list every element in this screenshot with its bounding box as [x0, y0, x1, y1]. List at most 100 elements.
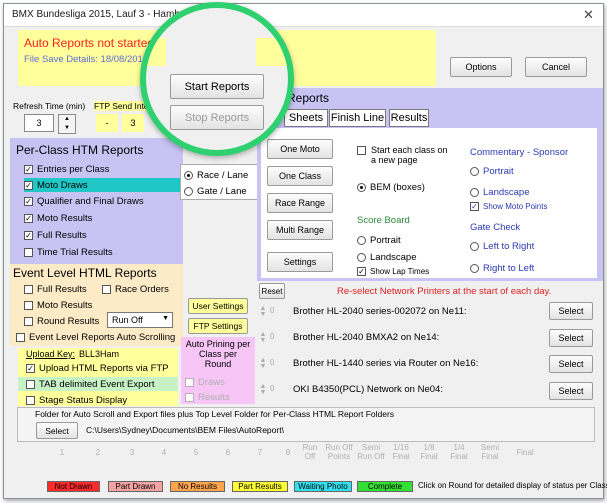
entries-per-class-checkbox[interactable]: ✓ Entries per Class — [24, 164, 109, 175]
start-reports-button[interactable]: Start Reports — [170, 74, 264, 99]
tab-results[interactable]: Results — [389, 109, 429, 127]
full-results-checkbox[interactable]: ✓ Full Results — [24, 230, 87, 241]
show-moto-points-checkbox[interactable]: ✓ Show Moto Points — [470, 202, 547, 212]
checkbox-box: ✓ — [24, 230, 33, 240]
show-lap-times-checkbox[interactable]: ✓ Show Lap Times — [357, 267, 429, 277]
radio-dot — [184, 170, 193, 180]
score-board-title: Score Board — [357, 215, 410, 226]
moto-draws-checkbox[interactable]: ✓ Moto Draws — [24, 180, 88, 191]
radio-dot — [357, 182, 366, 192]
round-2[interactable]: 2 — [88, 448, 108, 457]
printer-stepper[interactable]: ▲ ▼ — [259, 305, 267, 318]
printer-select-button[interactable]: Select — [549, 355, 593, 373]
moto-results-checkbox[interactable]: ✓ Moto Results — [24, 213, 92, 224]
printer-index: 0 — [270, 332, 275, 341]
event-moto-results-checkbox[interactable]: Moto Results — [24, 300, 92, 311]
round-3[interactable]: 3 — [122, 448, 142, 457]
auto-print-results-checkbox[interactable]: Results — [185, 392, 230, 403]
multi-range-button[interactable]: Multi Range — [267, 220, 333, 240]
printer-index: 0 — [270, 306, 275, 315]
checkbox-box: ✓ — [470, 202, 479, 212]
tab-delimited-checkbox[interactable]: TAB delimited Event Export — [26, 379, 154, 390]
radio-dot — [184, 186, 193, 196]
refresh-time-field[interactable]: 3 — [24, 114, 54, 132]
round-1-8-final[interactable]: 1/8 Final — [418, 443, 440, 461]
round-6[interactable]: 6 — [218, 448, 238, 457]
race-lane-radio[interactable]: Race / Lane — [184, 170, 248, 181]
options-button[interactable]: Options — [450, 57, 512, 77]
round-results-checkbox[interactable]: Round Results — [24, 316, 99, 327]
round-select[interactable]: Run Off ▼ — [107, 312, 173, 328]
printer-name: Brother HL-1440 series via Router on Ne1… — [293, 358, 479, 369]
auto-print-draws-checkbox[interactable]: Draws — [185, 377, 225, 388]
round-1-16-final[interactable]: 1/16 Final — [390, 443, 412, 461]
round-run-off-points[interactable]: Run Off Points — [324, 443, 354, 461]
commentary-portrait-radio[interactable]: Portrait — [470, 166, 514, 177]
round-semi-run-off[interactable]: Semi Run Off — [356, 443, 386, 461]
focus-highlight-circle: Start Reports Stop Reports — [140, 2, 294, 156]
ftp-send-field-1[interactable]: - — [96, 114, 118, 132]
commentary-title: Commentary - Sponsor — [470, 147, 569, 158]
reset-button[interactable]: Reset — [259, 283, 285, 299]
one-class-button[interactable]: One Class — [267, 166, 333, 186]
app-window: BMX Bundesliga 2015, Lauf 3 - Hamburg ✕ … — [3, 3, 607, 499]
bem-boxes-radio[interactable]: BEM (boxes) — [357, 182, 425, 193]
printer-row: ▲ ▼ 0 Brother HL-2040 series-002072 on Ne… — [256, 300, 601, 324]
round-run-off[interactable]: Run Off — [300, 443, 320, 461]
checkbox-box — [185, 392, 194, 402]
commentary-landscape-radio[interactable]: Landscape — [470, 187, 529, 198]
legend-waiting-photo: Waiting Photo — [294, 481, 352, 492]
tab-finish-line[interactable]: Finish Line — [329, 109, 386, 127]
gate-lane-radio[interactable]: Gate / Lane — [184, 186, 247, 197]
stop-reports-button[interactable]: Stop Reports — [170, 105, 264, 130]
folder-select-button[interactable]: Select — [36, 422, 78, 439]
race-range-button[interactable]: Race Range — [267, 193, 333, 213]
ftp-settings-button[interactable]: FTP Settings — [188, 318, 248, 334]
upload-ftp-checkbox[interactable]: ✓ Upload HTML Reports via FTP — [26, 363, 169, 374]
entries-per-class-label: Entries per Class — [37, 164, 110, 175]
round-4[interactable]: 4 — [154, 448, 174, 457]
score-board-portrait-radio[interactable]: Portrait — [357, 235, 401, 246]
legend-part-drawn: Part Drawn — [108, 481, 163, 492]
legend-not-drawn: Not Drawn — [47, 481, 100, 492]
round-semi-final[interactable]: Semi Final — [478, 443, 502, 461]
round-1[interactable]: 1 — [52, 448, 72, 457]
left-to-right-radio[interactable]: Left to Right — [470, 241, 534, 252]
printer-select-button[interactable]: Select — [549, 382, 593, 400]
printer-select-button[interactable]: Select — [549, 329, 593, 347]
full-results-label: Full Results — [37, 230, 87, 241]
refresh-time-stepper[interactable]: ▲ ▼ — [58, 114, 76, 134]
per-class-title: Per-Class HTM Reports — [16, 143, 144, 157]
checkbox-box: ✓ — [26, 363, 35, 373]
round-7[interactable]: 7 — [250, 448, 270, 457]
round-8[interactable]: 8 — [278, 448, 298, 457]
race-orders-checkbox[interactable]: Race Orders — [102, 284, 169, 295]
auto-scrolling-checkbox[interactable]: Event Level Reports Auto Scrolling — [16, 332, 175, 343]
one-moto-button[interactable]: One Moto — [267, 139, 333, 159]
printer-stepper[interactable]: ▲ ▼ — [259, 383, 267, 396]
stage-status-checkbox[interactable]: Stage Status Display — [26, 395, 127, 406]
qualifier-final-draws-checkbox[interactable]: ✓ Qualifier and Final Draws — [24, 196, 144, 207]
round-5[interactable]: 5 — [186, 448, 206, 457]
round-final[interactable]: Final — [513, 448, 537, 457]
user-settings-button[interactable]: User Settings — [188, 298, 248, 314]
round-1-4-final[interactable]: 1/4 Final — [448, 443, 470, 461]
time-trial-results-checkbox[interactable]: Time Trial Results — [24, 247, 113, 258]
print-settings-button[interactable]: Settings — [267, 252, 333, 272]
printer-select-button[interactable]: Select — [549, 302, 593, 320]
printer-stepper[interactable]: ▲ ▼ — [259, 331, 267, 344]
chevron-down-icon: ▼ — [162, 315, 169, 322]
right-to-left-radio[interactable]: Right to Left — [470, 263, 534, 274]
printer-name: Brother HL-2040 series-002072 on Ne11: — [293, 306, 467, 317]
tab-sheets[interactable]: Sheets — [284, 109, 328, 127]
cancel-button[interactable]: Cancel — [525, 57, 587, 77]
score-board-portrait-label: Portrait — [370, 235, 401, 246]
close-icon[interactable]: ✕ — [583, 7, 594, 23]
legend-part-results: Part Results — [232, 481, 288, 492]
event-full-results-checkbox[interactable]: Full Results — [24, 284, 87, 295]
qualifier-final-draws-label: Qualifier and Final Draws — [37, 196, 144, 207]
score-board-landscape-radio[interactable]: Landscape — [357, 252, 416, 263]
printer-stepper[interactable]: ▲ ▼ — [259, 357, 267, 370]
ftp-send-field-2[interactable]: 3 — [122, 114, 144, 132]
start-each-class-label: Start each class on a new page — [371, 145, 448, 165]
